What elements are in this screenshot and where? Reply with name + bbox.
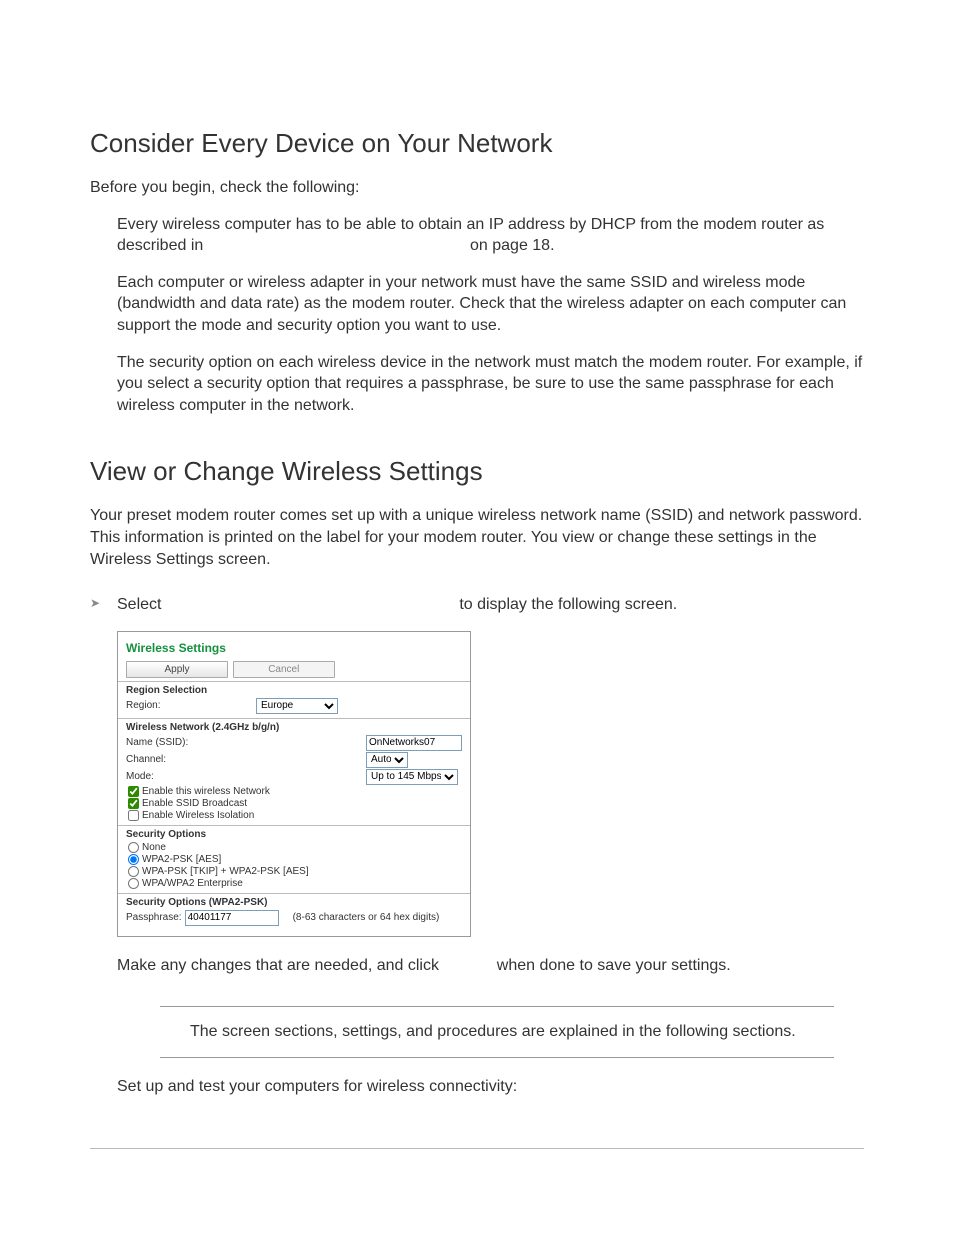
enable-network-checkbox[interactable] [128,786,139,797]
bullet-dhcp: Every wireless computer has to be able t… [117,214,864,257]
passphrase-input[interactable] [185,910,279,926]
region-label: Region: [126,700,256,711]
bullet-ssid: Each computer or wireless adapter in you… [117,272,864,337]
step-apply-b: when done to save your settings. [497,957,731,974]
heading-consider: Consider Every Device on Your Network [90,128,864,159]
security-wpa2psk-header: Security Options (WPA2-PSK) [126,897,462,908]
security-enterprise-radio[interactable] [128,878,139,889]
note-text: The screen sections, settings, and proce… [190,1021,834,1043]
security-enterprise-label: WPA/WPA2 Enterprise [142,878,243,889]
bullet-dhcp-b: on page 18. [470,237,555,254]
footer-rule [90,1148,864,1149]
step-apply-a: Make any changes that are needed, and cl… [117,957,439,974]
step-apply: Make any changes that are needed, and cl… [117,955,864,977]
security-mixed-radio[interactable] [128,866,139,877]
passphrase-hint: (8-63 characters or 64 hex digits) [293,912,440,923]
security-options-header: Security Options [126,829,462,840]
wireless-network-header: Wireless Network (2.4GHz b/g/n) [126,722,462,733]
channel-label: Channel: [126,754,366,765]
paragraph-before: Before you begin, check the following: [90,177,864,199]
region-selection-header: Region Selection [126,685,462,696]
ssid-label: Name (SSID): [126,737,366,748]
paragraph-setup-test: Set up and test your computers for wirel… [117,1076,864,1098]
security-none-label: None [142,842,166,853]
region-select[interactable]: Europe [256,698,338,714]
enable-ssid-label: Enable SSID Broadcast [142,798,247,809]
security-mixed-label: WPA-PSK [TKIP] + WPA2-PSK [AES] [142,866,309,877]
paragraph-preset: Your preset modem router comes set up wi… [90,505,864,570]
enable-network-label: Enable this wireless Network [142,786,270,797]
security-aes-radio[interactable] [128,854,139,865]
security-none-radio[interactable] [128,842,139,853]
step-select-a: Select [117,596,161,613]
channel-select[interactable]: Auto [366,752,408,768]
ssid-input[interactable] [366,735,462,751]
security-aes-label: WPA2-PSK [AES] [142,854,221,865]
arrow-icon: ➤ [90,596,100,610]
passphrase-label: Passphrase: [126,912,182,923]
enable-isolation-label: Enable Wireless Isolation [142,810,254,821]
step-select: Select to display the following screen. [117,594,864,616]
mode-label: Mode: [126,771,366,782]
note-box: The screen sections, settings, and proce… [160,1006,834,1058]
enable-isolation-checkbox[interactable] [128,810,139,821]
step-select-b: to display the following screen. [459,596,677,613]
cancel-button[interactable]: Cancel [233,661,335,678]
apply-button[interactable]: Apply [126,661,228,678]
heading-view-change: View or Change Wireless Settings [90,456,864,487]
enable-ssid-checkbox[interactable] [128,798,139,809]
bullet-security: The security option on each wireless dev… [117,352,864,417]
wireless-settings-screenshot: Wireless Settings Apply Cancel Region Se… [117,631,471,937]
mode-select[interactable]: Up to 145 Mbps [366,769,458,785]
ws-title: Wireless Settings [118,632,470,655]
